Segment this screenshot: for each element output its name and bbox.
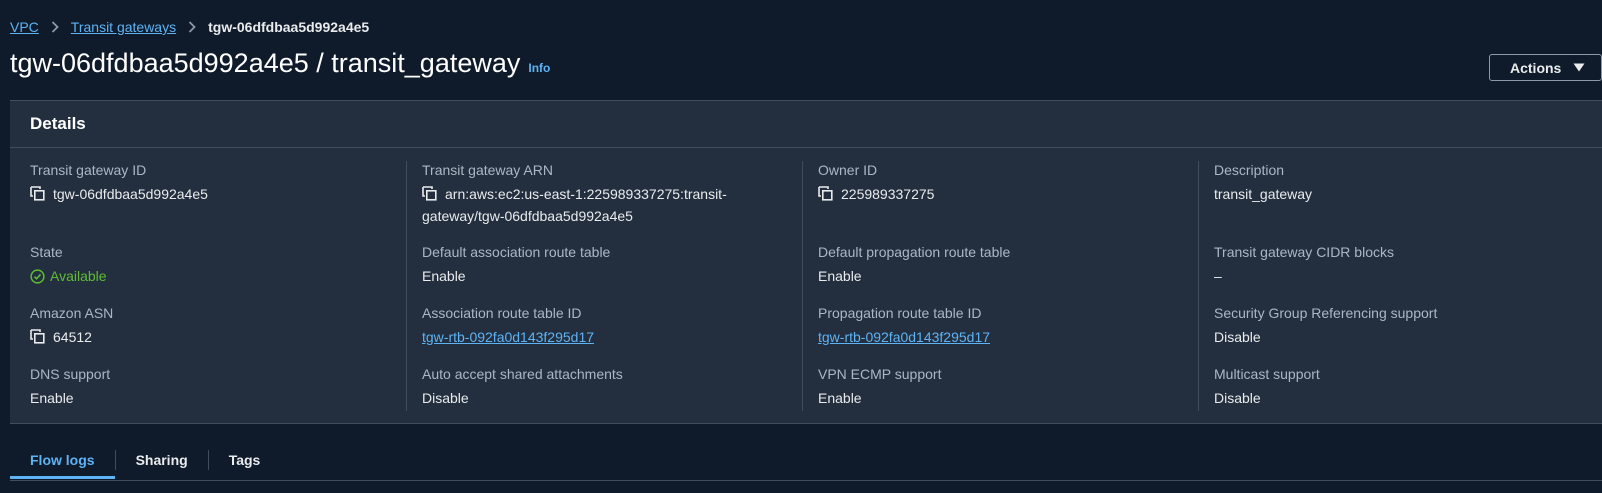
details-header: Details [10, 101, 1602, 148]
field-label: Transit gateway ARN [422, 162, 553, 178]
field-value-row: tgw-06dfdbaa5d992a4e5 [30, 183, 388, 205]
info-link[interactable]: Info [528, 61, 550, 75]
details-column-1: Transit gateway ID tgw-06dfdbaa5d992a4e5… [10, 161, 398, 411]
field-value: Enable [818, 390, 862, 406]
field-label: Security Group Referencing support [1214, 305, 1438, 321]
page-header: tgw-06dfdbaa5d992a4e5 / transit_gateway … [10, 48, 550, 88]
actions-button-label: Actions [1510, 59, 1562, 76]
field-value: Enable [818, 268, 862, 284]
field-default-association-route-table: Default association route table Enable [422, 243, 785, 287]
field-label: Owner ID [818, 162, 878, 178]
actions-button[interactable]: Actions [1489, 54, 1602, 81]
field-label: Description [1214, 162, 1285, 178]
page-title: tgw-06dfdbaa5d992a4e5 / transit_gateway [10, 48, 521, 78]
field-label: State [30, 244, 63, 260]
field-vpn-ecmp-support: VPN ECMP support Enable [818, 365, 1181, 409]
field-value-row: 64512 [30, 326, 388, 348]
tab-sharing[interactable]: Sharing [116, 440, 208, 480]
field-propagation-route-table-id: Propagation route table ID tgw-rtb-092fa… [818, 304, 1181, 348]
details-panel: Details Transit gateway ID tgw-06dfdbaa5… [10, 100, 1602, 424]
field-value: transit_gateway [1214, 186, 1313, 202]
field-multicast-support: Multicast support Disable [1214, 365, 1577, 409]
status-text: Available [50, 268, 107, 284]
field-value: Disable [1214, 390, 1261, 406]
field-label: Transit gateway ID [30, 162, 147, 178]
details-title: Details [30, 114, 86, 133]
field-value: Enable [30, 390, 74, 406]
arn-line-2: gateway/tgw-06dfdbaa5d992a4e5 [422, 208, 633, 224]
field-value: 64512 [53, 329, 92, 345]
field-value-row: 225989337275 [818, 183, 1181, 205]
field-value: 225989337275 [841, 186, 935, 202]
field-association-route-table-id: Association route table ID tgw-rtb-092fa… [422, 304, 785, 348]
field-label: Auto accept shared attachments [422, 366, 623, 382]
status-available: Available [30, 265, 388, 287]
field-value: Enable [422, 268, 466, 284]
copy-icon[interactable] [422, 186, 437, 201]
tab-list: Flow logs Sharing Tags [10, 440, 280, 480]
chevron-right-icon [188, 21, 196, 33]
field-dns-support: DNS support Enable [30, 365, 388, 409]
field-label: Default association route table [422, 244, 611, 260]
field-label: Association route table ID [422, 305, 582, 321]
copy-icon[interactable] [818, 186, 833, 201]
field-value: arn:aws:ec2:us-east-1:225989337275:trans… [422, 183, 727, 227]
breadcrumb: VPC Transit gateways tgw-06dfdbaa5d992a4… [10, 17, 369, 37]
field-state: State Available [30, 243, 388, 287]
field-label: DNS support [30, 366, 111, 382]
field-default-propagation-route-table: Default propagation route table Enable [818, 243, 1181, 287]
breadcrumb-current: tgw-06dfdbaa5d992a4e5 [208, 19, 370, 35]
field-value: Disable [422, 390, 469, 406]
field-label: Multicast support [1214, 366, 1320, 382]
check-circle-icon [30, 268, 45, 284]
details-column-4: Description transit_gateway Transit gate… [1198, 161, 1587, 411]
field-label: Amazon ASN [30, 305, 114, 321]
field-value-row: arn:aws:ec2:us-east-1:225989337275:trans… [422, 183, 785, 227]
breadcrumb-link-vpc[interactable]: VPC [10, 19, 39, 35]
field-security-group-referencing: Security Group Referencing support Disab… [1214, 304, 1577, 348]
field-transit-gateway-id: Transit gateway ID tgw-06dfdbaa5d992a4e5 [30, 161, 388, 205]
field-transit-gateway-arn: Transit gateway ARN arn:aws:ec2:us-east-… [422, 161, 785, 227]
details-column-3: Owner ID 225989337275 Default propagatio… [802, 161, 1191, 411]
field-label: VPN ECMP support [818, 366, 942, 382]
field-cidr-blocks: Transit gateway CIDR blocks – [1214, 243, 1577, 287]
details-grid: Transit gateway ID tgw-06dfdbaa5d992a4e5… [10, 148, 1602, 425]
field-value: Disable [1214, 329, 1261, 345]
details-column-2: Transit gateway ARN arn:aws:ec2:us-east-… [406, 161, 795, 411]
field-owner-id: Owner ID 225989337275 [818, 161, 1181, 205]
field-value: – [1214, 268, 1222, 284]
tab-flow-logs[interactable]: Flow logs [10, 440, 115, 480]
propagation-route-table-link[interactable]: tgw-rtb-092fa0d143f295d17 [818, 329, 990, 345]
tabs-divider-line [10, 480, 1602, 481]
field-amazon-asn: Amazon ASN 64512 [30, 304, 388, 348]
field-auto-accept-shared-attachments: Auto accept shared attachments Disable [422, 365, 785, 409]
copy-icon[interactable] [30, 186, 45, 201]
copy-icon[interactable] [30, 329, 45, 344]
field-label: Propagation route table ID [818, 305, 982, 321]
association-route-table-link[interactable]: tgw-rtb-092fa0d143f295d17 [422, 329, 594, 345]
breadcrumb-link-transit-gateways[interactable]: Transit gateways [71, 19, 176, 35]
tab-tags[interactable]: Tags [209, 440, 281, 480]
field-label: Transit gateway CIDR blocks [1214, 244, 1394, 260]
field-description: Description transit_gateway [1214, 161, 1577, 205]
field-label: Default propagation route table [818, 244, 1011, 260]
arn-line-1: arn:aws:ec2:us-east-1:225989337275:trans… [445, 186, 727, 202]
field-value: tgw-06dfdbaa5d992a4e5 [53, 186, 208, 202]
caret-down-icon [1573, 63, 1585, 72]
chevron-right-icon [51, 21, 59, 33]
